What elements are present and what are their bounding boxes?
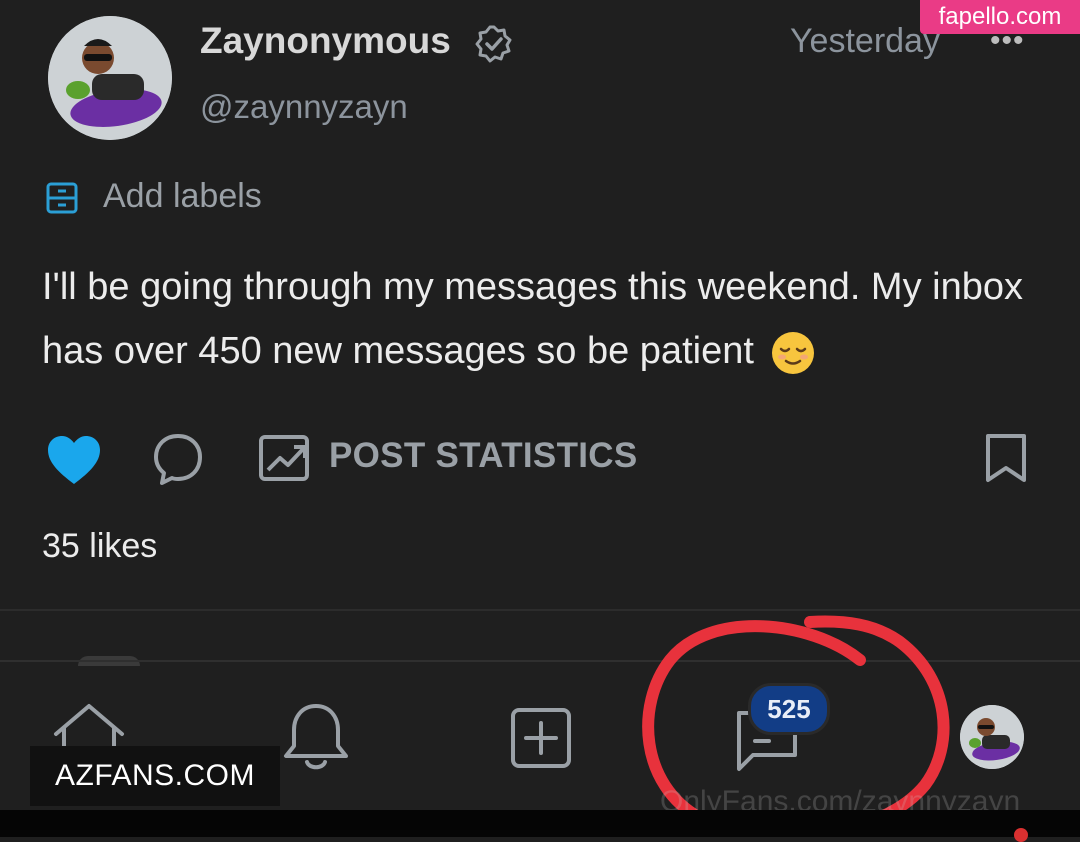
profile-avatar[interactable] bbox=[960, 705, 1024, 769]
post-timestamp: Yesterday bbox=[790, 22, 940, 60]
like-heart-icon[interactable] bbox=[46, 434, 102, 486]
watermark-azfans: AZFANS.COM bbox=[30, 746, 280, 806]
notifications-bell-icon[interactable] bbox=[282, 700, 350, 774]
add-post-icon[interactable] bbox=[510, 707, 572, 769]
likes-count[interactable]: 35 likes bbox=[42, 527, 157, 566]
author-handle[interactable]: @zaynnyzayn bbox=[200, 88, 408, 126]
add-labels-link[interactable]: Add labels bbox=[103, 177, 262, 216]
labels-icon[interactable] bbox=[44, 180, 80, 216]
post-statistics-icon[interactable] bbox=[258, 434, 312, 482]
bookmark-icon[interactable] bbox=[984, 432, 1028, 484]
post-body: I'll be going through my messages this w… bbox=[42, 255, 1042, 383]
author-name[interactable]: Zaynonymous bbox=[200, 20, 451, 62]
post-text: I'll be going through my messages this w… bbox=[42, 266, 1023, 372]
notification-dot bbox=[1014, 828, 1028, 842]
verified-icon bbox=[475, 25, 512, 63]
system-bottom-bar bbox=[0, 810, 1080, 837]
comment-icon[interactable] bbox=[152, 432, 204, 486]
author-avatar[interactable] bbox=[48, 16, 172, 140]
relieved-face-emoji-icon bbox=[772, 331, 815, 374]
post-statistics-button[interactable]: POST STATISTICS bbox=[329, 436, 638, 476]
more-options-icon[interactable]: ••• bbox=[990, 24, 1025, 58]
